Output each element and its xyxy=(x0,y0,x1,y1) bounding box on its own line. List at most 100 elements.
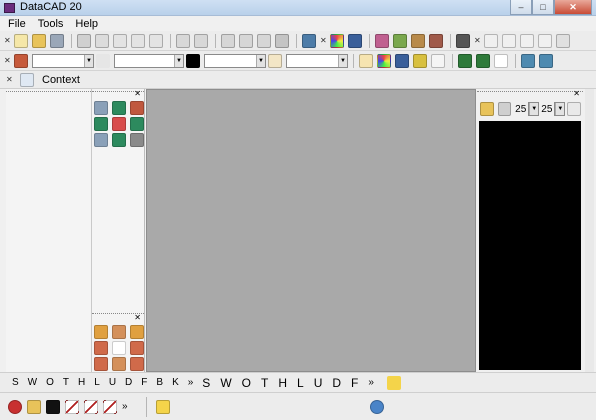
grid-icon[interactable] xyxy=(502,33,516,48)
key-f[interactable]: F xyxy=(141,377,147,388)
hatch-icon[interactable] xyxy=(429,33,443,48)
person-icon[interactable] xyxy=(112,325,126,339)
more-tools-glyph[interactable]: » xyxy=(122,401,128,412)
zoom-out-icon[interactable] xyxy=(94,133,108,147)
target-icon[interactable] xyxy=(8,399,22,414)
more-keys-glyph-2[interactable]: » xyxy=(368,377,374,388)
zoom-extents-icon[interactable] xyxy=(112,117,126,131)
home-icon[interactable] xyxy=(94,325,108,339)
walkthrough-icon[interactable] xyxy=(359,53,373,68)
material-icon[interactable] xyxy=(375,33,389,48)
pattern-dropdown[interactable]: ▼ xyxy=(286,53,348,68)
house-icon[interactable] xyxy=(130,325,144,339)
sheet-icon[interactable] xyxy=(521,53,535,68)
key-s[interactable]: S xyxy=(12,377,19,388)
new-icon[interactable] xyxy=(14,33,28,48)
eye-icon[interactable] xyxy=(458,53,472,68)
drawing-canvas[interactable] xyxy=(146,89,476,372)
folder-icon[interactable] xyxy=(480,102,494,116)
toolbar-close-icon-4[interactable]: ✕ xyxy=(4,56,11,65)
zoom-window-icon[interactable] xyxy=(239,33,253,48)
layer-color-swatch[interactable] xyxy=(14,53,28,68)
refresh-icon[interactable] xyxy=(257,33,271,48)
key-large-o[interactable]: O xyxy=(242,376,251,390)
view-panel-close-icon[interactable]: ✕ xyxy=(573,89,580,98)
line-alt-icon[interactable] xyxy=(84,399,98,414)
image-icon[interactable] xyxy=(411,33,425,48)
chart-icon[interactable] xyxy=(494,53,508,68)
menu-tools[interactable]: Tools xyxy=(38,18,64,30)
key-large-f[interactable]: F xyxy=(351,376,358,390)
key-large-h[interactable]: H xyxy=(278,376,287,390)
key-large-t[interactable]: T xyxy=(261,376,268,390)
arrow-down-icon[interactable] xyxy=(112,133,126,147)
frame-icon[interactable] xyxy=(112,341,126,355)
window-icon[interactable] xyxy=(221,33,235,48)
info-icon[interactable] xyxy=(370,399,384,414)
cube-icon[interactable] xyxy=(413,53,427,68)
toolbar-close-icon-2[interactable]: ✕ xyxy=(320,36,327,45)
look-left-icon[interactable] xyxy=(94,357,108,371)
key-large-w[interactable]: W xyxy=(220,376,231,390)
walk-left-icon[interactable] xyxy=(94,341,108,355)
key-h[interactable]: H xyxy=(78,377,85,388)
value-a-dropdown[interactable]: ▼ xyxy=(528,102,540,116)
arrow-left-icon[interactable] xyxy=(94,117,108,131)
clipboard-icon[interactable] xyxy=(149,33,163,48)
layers-list-icon[interactable] xyxy=(27,399,41,414)
display-icon[interactable] xyxy=(46,399,60,414)
measure-icon[interactable] xyxy=(538,33,552,48)
arrow-right-icon[interactable] xyxy=(130,117,144,131)
render-icon[interactable] xyxy=(348,33,362,48)
texture-icon[interactable] xyxy=(393,33,407,48)
person-down-icon[interactable] xyxy=(112,357,126,371)
lightbulb-icon[interactable] xyxy=(386,375,401,390)
close-button[interactable]: ✕ xyxy=(554,0,592,15)
line-double-icon[interactable] xyxy=(103,399,117,414)
key-w[interactable]: W xyxy=(28,377,37,388)
color-swatch[interactable] xyxy=(186,53,200,68)
ortho-icon[interactable] xyxy=(520,33,534,48)
palette-icon[interactable] xyxy=(377,53,391,68)
paste-icon[interactable] xyxy=(131,33,145,48)
walk-right-icon[interactable] xyxy=(130,341,144,355)
maximize-button[interactable]: □ xyxy=(532,0,554,15)
menu-file[interactable]: File xyxy=(8,18,26,30)
eye-hide-icon[interactable] xyxy=(476,53,490,68)
key-u[interactable]: U xyxy=(109,377,116,388)
linetype-dropdown[interactable]: ▼ xyxy=(114,53,184,68)
cut-icon[interactable] xyxy=(95,33,109,48)
lock-icon[interactable] xyxy=(497,102,512,116)
key-large-d[interactable]: D xyxy=(332,376,341,390)
vertical-scrollbar[interactable] xyxy=(585,89,594,372)
key-o[interactable]: O xyxy=(46,377,54,388)
toolbar-close-icon-3[interactable]: ✕ xyxy=(474,36,481,45)
look-right-icon[interactable] xyxy=(130,357,144,371)
wireframe-icon[interactable] xyxy=(431,53,445,68)
list-icon[interactable] xyxy=(567,102,581,116)
print-icon[interactable] xyxy=(77,33,91,48)
color-wheel-icon[interactable] xyxy=(330,33,344,48)
arrow-up-icon[interactable] xyxy=(112,101,126,115)
redo-icon[interactable] xyxy=(194,33,208,48)
pattern-icon[interactable] xyxy=(268,53,282,68)
value-b-dropdown[interactable]: ▼ xyxy=(554,102,566,116)
paint-icon[interactable] xyxy=(275,33,289,48)
context-close-icon[interactable]: ✕ xyxy=(6,75,13,84)
linetype-icon[interactable] xyxy=(96,53,110,68)
open-icon[interactable] xyxy=(32,33,46,48)
building-icon[interactable] xyxy=(456,33,470,48)
color-dropdown[interactable]: ▼ xyxy=(204,53,266,68)
key-large-l[interactable]: L xyxy=(297,376,304,390)
pan-icon[interactable] xyxy=(130,133,144,147)
zoom-in-icon[interactable] xyxy=(94,101,108,115)
panel-close-icon[interactable]: ✕ xyxy=(134,89,141,98)
key-d[interactable]: D xyxy=(125,377,132,388)
key-k[interactable]: K xyxy=(172,377,179,388)
copy-icon[interactable] xyxy=(113,33,127,48)
layers-icon[interactable] xyxy=(302,33,316,48)
line-icon[interactable] xyxy=(65,399,79,414)
warning-icon[interactable] xyxy=(155,399,170,414)
black-view-window[interactable] xyxy=(479,121,581,370)
eraser-icon[interactable] xyxy=(130,101,144,115)
